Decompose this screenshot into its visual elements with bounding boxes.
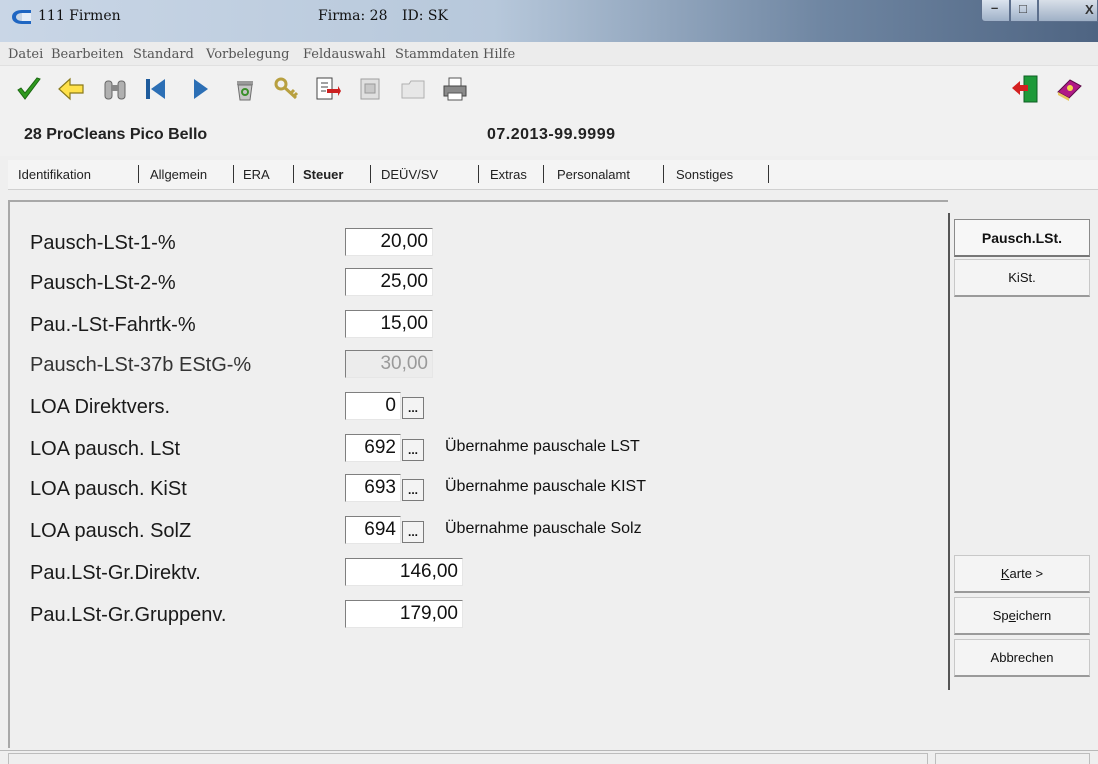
binoculars-icon[interactable]: [100, 74, 130, 104]
menu-item-standard[interactable]: Standard: [133, 47, 194, 62]
menu-item-datei[interactable]: Datei: [8, 47, 43, 62]
loa-pausch-kist-description: Übernahme pauschale KIST: [445, 478, 646, 495]
next-record-icon[interactable]: [185, 74, 215, 104]
back-arrow-icon[interactable]: [56, 74, 86, 104]
tab-separator: [138, 165, 139, 183]
kist-button[interactable]: KiSt.: [954, 259, 1090, 297]
field-label-loa-direktvers: LOA Direktvers.: [30, 396, 171, 418]
folder-icon[interactable]: [398, 74, 428, 104]
id-label: ID: SK: [402, 8, 448, 24]
loa-direktvers-lookup-button[interactable]: ...: [402, 397, 424, 419]
loa-pausch-solz-input[interactable]: 694: [345, 516, 401, 544]
printer-icon[interactable]: [440, 74, 470, 104]
menu-item-vorbelegung[interactable]: Vorbelegung: [206, 47, 290, 62]
recycle-bin-icon[interactable]: [230, 74, 260, 104]
pausch-lst-1-input[interactable]: 20,00: [345, 228, 433, 256]
field-label-pausch-lst-1: Pausch-LSt-1-%: [30, 232, 176, 254]
field-label-pausch-lst-37b: Pausch-LSt-37b EStG-%: [30, 354, 252, 376]
tab-separator: [768, 165, 769, 183]
loa-pausch-solz-lookup-button[interactable]: ...: [402, 521, 424, 543]
tab-separator: [370, 165, 371, 183]
field-label-loa-pausch-kist: LOA pausch. KiSt: [30, 478, 187, 500]
pausch-lst-37b-input: 30,00: [345, 350, 433, 378]
karte-button[interactable]: Karte >: [954, 555, 1090, 593]
tab-separator: [478, 165, 479, 183]
tab-personalamt[interactable]: Personalamt: [557, 167, 630, 182]
firma-label: Firma: 28: [318, 8, 388, 24]
tab-separator: [233, 165, 234, 183]
menu-item-feldauswahl[interactable]: Feldauswahl: [303, 47, 386, 62]
validity-period: 07.2013-99.9999: [487, 126, 616, 143]
close-button[interactable]: X: [1038, 0, 1098, 22]
maximize-button[interactable]: □: [1010, 0, 1038, 22]
pausch-lst-button[interactable]: Pausch.LSt.: [954, 219, 1090, 257]
loa-pausch-lst-description: Übernahme pauschale LST: [445, 438, 640, 455]
status-bar: [0, 750, 1098, 764]
app-icon: [12, 10, 31, 24]
loa-pausch-kist-lookup-button[interactable]: ...: [402, 479, 424, 501]
tax-settings-panel: Pausch-LSt-1-% 20,00 Pausch-LSt-2-% 25,0…: [8, 200, 948, 748]
field-label-loa-pausch-lst: LOA pausch. LSt: [30, 438, 181, 460]
first-record-icon[interactable]: [140, 74, 170, 104]
field-label-pau-lst-gr-direktv: Pau.LSt-Gr.Direktv.: [30, 562, 201, 584]
loa-pausch-lst-input[interactable]: 692: [345, 434, 401, 462]
pau-lst-gr-gruppenv-input[interactable]: 179,00: [345, 600, 463, 628]
loa-direktvers-input[interactable]: 0: [345, 392, 401, 420]
toolbar: [0, 66, 1098, 116]
field-label-loa-pausch-solz: LOA pausch. SolZ: [30, 520, 192, 542]
tab-separator: [543, 165, 544, 183]
side-button-panel: Pausch.LSt. KiSt. Karte > Speichern Abbr…: [948, 213, 1098, 690]
pau-lst-fahrtk-input[interactable]: 15,00: [345, 310, 433, 338]
field-label-pausch-lst-2: Pausch-LSt-2-%: [30, 272, 176, 294]
status-panel-secondary: [935, 753, 1090, 764]
loa-pausch-solz-description: Übernahme pauschale Solz: [445, 520, 642, 537]
tab-sonstiges[interactable]: Sonstiges: [676, 167, 733, 182]
cancel-button[interactable]: Abbrechen: [954, 639, 1090, 677]
minimize-button[interactable]: –: [981, 0, 1010, 22]
key-icon[interactable]: [272, 74, 302, 104]
company-header: 28 ProCleans Pico Bello 07.2013-99.9999: [0, 116, 1098, 156]
tab-strip: Identifikation Allgemein ERA Steuer DEÜV…: [8, 160, 1098, 190]
title-bar[interactable]: 111 Firmen Firma: 28 ID: SK – □ X: [0, 0, 1098, 42]
tab-identifikation[interactable]: Identifikation: [18, 167, 91, 182]
company-name: 28 ProCleans Pico Bello: [24, 126, 208, 143]
export-icon[interactable]: [312, 74, 342, 104]
tab-separator: [293, 165, 294, 183]
status-panel-main: [8, 753, 928, 764]
tab-allgemein[interactable]: Allgemein: [150, 167, 207, 182]
menu-bar: Datei Bearbeiten Standard Vorbelegung Fe…: [0, 42, 1098, 66]
tab-separator: [663, 165, 664, 183]
tab-steuer[interactable]: Steuer: [303, 167, 343, 182]
exit-door-icon[interactable]: [1010, 74, 1040, 104]
application-window: 111 Firmen Firma: 28 ID: SK – □ X Datei …: [0, 0, 1098, 764]
menu-item-hilfe[interactable]: Hilfe: [483, 47, 515, 62]
loa-pausch-lst-lookup-button[interactable]: ...: [402, 439, 424, 461]
menu-item-bearbeiten[interactable]: Bearbeiten: [51, 47, 124, 62]
menu-item-stammdaten[interactable]: Stammdaten: [395, 47, 479, 62]
loa-pausch-kist-input[interactable]: 693: [345, 474, 401, 502]
tab-era[interactable]: ERA: [243, 167, 270, 182]
check-icon[interactable]: [14, 74, 44, 104]
window-title: 111 Firmen: [38, 8, 121, 24]
tab-deuev-sv[interactable]: DEÜV/SV: [381, 167, 438, 182]
pausch-lst-2-input[interactable]: 25,00: [345, 268, 433, 296]
form-icon[interactable]: [355, 74, 385, 104]
pau-lst-gr-direktv-input[interactable]: 146,00: [345, 558, 463, 586]
save-button[interactable]: Speichern: [954, 597, 1090, 635]
field-label-pau-lst-gr-gruppenv: Pau.LSt-Gr.Gruppenv.: [30, 604, 227, 626]
tab-extras[interactable]: Extras: [490, 167, 527, 182]
field-label-pau-lst-fahrtk: Pau.-LSt-Fahrtk-%: [30, 314, 196, 336]
help-book-icon[interactable]: [1054, 74, 1084, 104]
